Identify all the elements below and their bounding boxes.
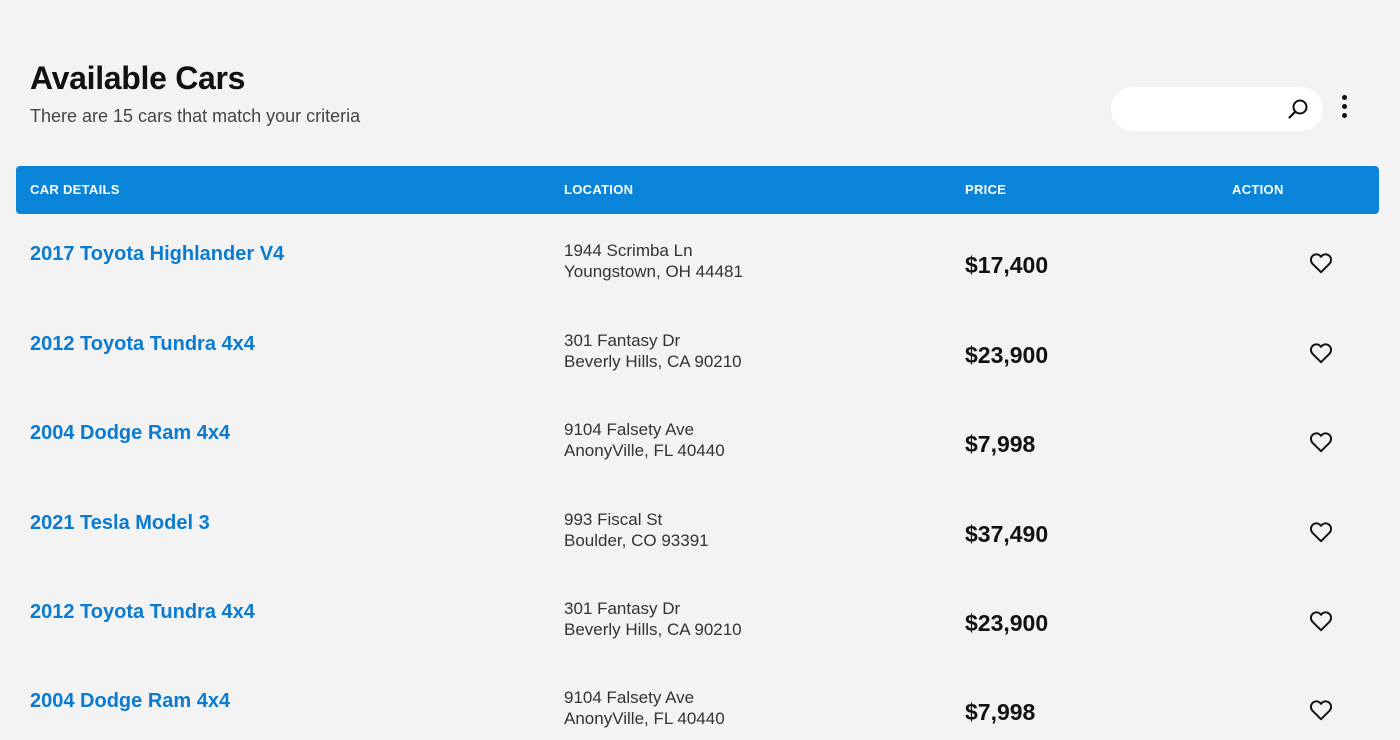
car-location: 9104 Falsety Ave AnonyVille, FL 40440: [564, 419, 725, 461]
address-line-1: 9104 Falsety Ave: [564, 420, 695, 439]
car-location: 301 Fantasy Dr Beverly Hills, CA 90210: [564, 330, 742, 372]
car-location: 9104 Falsety Ave AnonyVille, FL 40440: [564, 687, 725, 729]
car-location: 1944 Scrimba Ln Youngstown, OH 44481: [564, 240, 743, 282]
address-line-2: AnonyVille, FL 40440: [564, 709, 725, 728]
favorite-heart-icon[interactable]: [1308, 250, 1334, 276]
address-line-2: Beverly Hills, CA 90210: [564, 352, 742, 371]
page: Available Cars There are 15 cars that ma…: [0, 0, 1400, 740]
car-name-link[interactable]: 2017 Toyota Highlander V4: [30, 240, 284, 268]
car-price: $23,900: [965, 342, 1049, 368]
car-name-link[interactable]: 2012 Toyota Tundra 4x4: [30, 598, 255, 626]
car-price: $7,998: [965, 431, 1036, 457]
more-options-icon[interactable]: [1334, 95, 1354, 125]
car-name-link[interactable]: 2012 Toyota Tundra 4x4: [30, 330, 255, 358]
car-price: $17,400: [965, 252, 1049, 278]
car-price: $23,900: [965, 610, 1049, 636]
address-line-2: Youngstown, OH 44481: [564, 262, 743, 281]
car-name-link[interactable]: 2021 Tesla Model 3: [30, 509, 210, 537]
column-header-car-details[interactable]: CAR DETAILS: [30, 166, 120, 214]
car-name-link[interactable]: 2004 Dodge Ram 4x4: [30, 687, 230, 715]
table-row: 2012 Toyota Tundra 4x4 301 Fantasy Dr Beve…: [0, 598, 1400, 688]
address-line-1: 301 Fantasy Dr: [564, 599, 681, 618]
address-line-1: 993 Fiscal St: [564, 510, 663, 529]
address-line-1: 1944 Scrimba Ln: [564, 241, 693, 260]
car-location: 993 Fiscal St Boulder, CO 93391: [564, 509, 709, 551]
favorite-heart-icon[interactable]: [1308, 429, 1334, 455]
table-row: 2017 Toyota Highlander V4 1944 Scrimba Ln…: [0, 240, 1400, 330]
favorite-heart-icon[interactable]: [1308, 519, 1334, 545]
column-header-location[interactable]: LOCATION: [564, 166, 633, 214]
address-line-2: Beverly Hills, CA 90210: [564, 620, 742, 639]
address-line-1: 9104 Falsety Ave: [564, 688, 695, 707]
favorite-heart-icon[interactable]: [1308, 340, 1334, 366]
address-line-2: Boulder, CO 93391: [564, 531, 709, 550]
search-input[interactable]: [1129, 87, 1289, 131]
table-row: 2021 Tesla Model 3 993 Fiscal St Boulder, …: [0, 509, 1400, 599]
search-icon[interactable]: [1287, 98, 1309, 120]
page-header: Available Cars There are 15 cars that ma…: [30, 58, 360, 128]
column-header-action: ACTION: [1232, 182, 1284, 197]
table-header: CAR DETAILS LOCATION PRICE ACTION: [16, 166, 1379, 214]
favorite-heart-icon[interactable]: [1308, 608, 1334, 634]
address-line-2: AnonyVille, FL 40440: [564, 441, 725, 460]
car-price: $37,490: [965, 521, 1049, 547]
table-row: 2004 Dodge Ram 4x4 9104 Falsety Ave AnonyV…: [0, 687, 1400, 740]
results-count: There are 15 cars that match your criter…: [30, 106, 361, 126]
table-row: 2012 Toyota Tundra 4x4 301 Fantasy Dr Beve…: [0, 330, 1400, 420]
car-name-link[interactable]: 2004 Dodge Ram 4x4: [30, 419, 230, 447]
favorite-heart-icon[interactable]: [1308, 697, 1334, 723]
car-price: $7,998: [965, 699, 1036, 725]
car-location: 301 Fantasy Dr Beverly Hills, CA 90210: [564, 598, 742, 640]
address-line-1: 301 Fantasy Dr: [564, 331, 681, 350]
table-row: 2004 Dodge Ram 4x4 9104 Falsety Ave AnonyV…: [0, 419, 1400, 509]
page-title: Available Cars: [30, 60, 246, 96]
column-header-price[interactable]: PRICE: [965, 166, 1006, 214]
